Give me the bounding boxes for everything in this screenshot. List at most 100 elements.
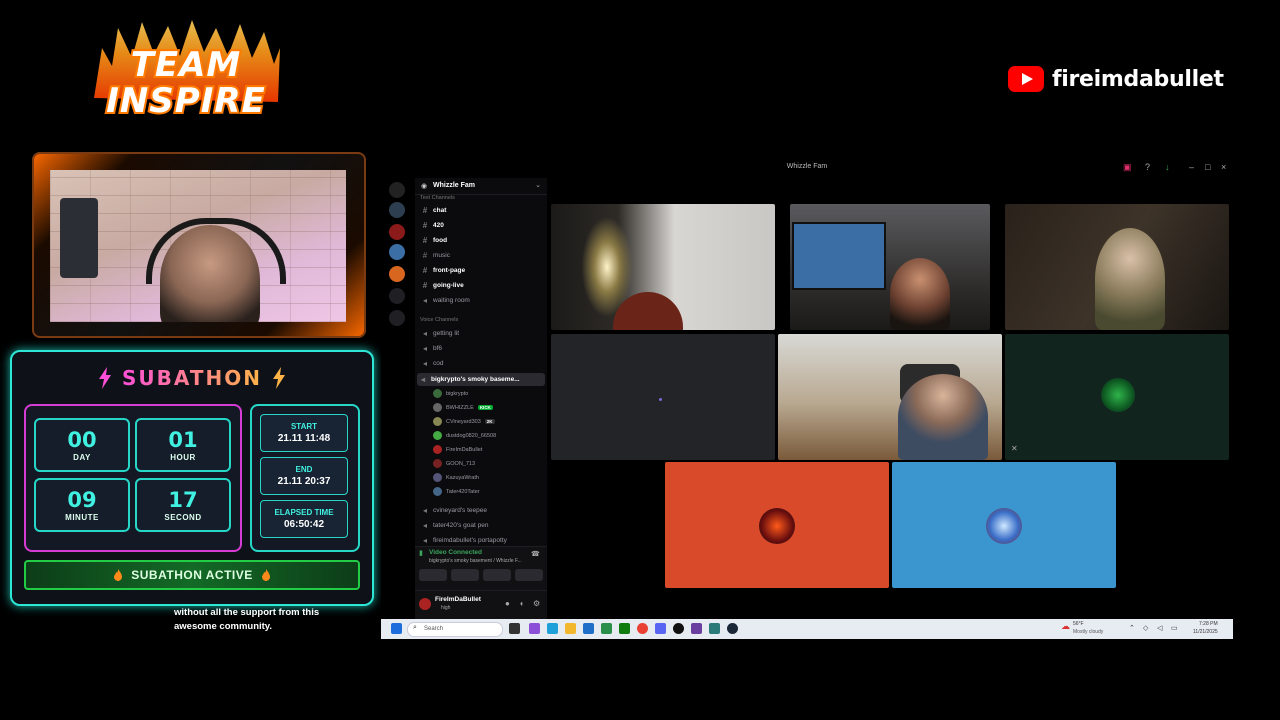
voice-user[interactable]: BWHIZZLE KICK xyxy=(433,403,493,412)
channel-item[interactable]: # chat xyxy=(421,206,447,215)
channel-item[interactable]: # going-live xyxy=(421,281,464,290)
channel-item[interactable]: # music xyxy=(421,251,450,260)
download-icon[interactable]: ↓ xyxy=(1165,162,1170,172)
voice-channel-item[interactable]: ◂ bf6 xyxy=(421,344,442,353)
server-icon[interactable] xyxy=(389,266,405,282)
voice-channel-item[interactable]: ◂ fireimdabullet's portapotty xyxy=(421,536,507,545)
voice-channel-item[interactable]: ◂ tater420's goat pen xyxy=(421,521,488,530)
server-icon[interactable] xyxy=(389,202,405,218)
minimize-icon[interactable]: – xyxy=(1189,162,1194,172)
voice-category[interactable]: Voice Channels xyxy=(420,317,458,323)
server-header[interactable]: ◉ Whizzle Fam ⌄ xyxy=(415,178,547,195)
chevron-down-icon[interactable]: ⌄ xyxy=(535,181,541,189)
camera-button[interactable] xyxy=(419,569,447,581)
clock-time[interactable]: 7:28 PM xyxy=(1199,621,1218,627)
discover-icon[interactable] xyxy=(389,310,405,326)
volume-icon[interactable]: ◁ xyxy=(1157,624,1162,632)
network-icon[interactable]: ◇ xyxy=(1143,624,1148,632)
voice-user[interactable]: KazuyaWrath xyxy=(433,473,479,482)
weather-icon[interactable]: ☁ xyxy=(1061,621,1070,632)
seconds-cell: 17 SECOND xyxy=(135,478,231,532)
voice-channel-item[interactable]: ◂ waiting room xyxy=(421,296,470,305)
task-view-icon[interactable] xyxy=(509,623,520,634)
app-icon[interactable] xyxy=(583,623,594,634)
channel-name: bigkrypto's smoky baseme... xyxy=(431,376,520,383)
server-icon[interactable] xyxy=(389,224,405,240)
video-tile[interactable] xyxy=(778,334,1002,460)
steam-icon[interactable] xyxy=(727,623,738,634)
search-icon: ⌕ xyxy=(413,624,417,631)
screen-share-button[interactable] xyxy=(451,569,479,581)
discord-icon[interactable] xyxy=(655,623,666,634)
start-icon[interactable] xyxy=(391,623,402,634)
close-icon[interactable]: × xyxy=(1221,162,1226,172)
channel-item[interactable]: #420 xyxy=(421,221,444,230)
video-tile[interactable] xyxy=(551,334,775,460)
user-status: high xyxy=(441,605,451,611)
app-icon[interactable] xyxy=(601,623,612,634)
maximize-icon[interactable]: □ xyxy=(1205,162,1210,172)
channel-name: cvineyard's teepee xyxy=(433,507,487,514)
video-tile[interactable] xyxy=(665,462,889,588)
time-info: START 21.11 11:48 END 21.11 20:37 ELAPSE… xyxy=(250,404,360,552)
headphones-icon[interactable]: ◖ xyxy=(519,599,524,608)
app-icon[interactable] xyxy=(709,623,720,634)
muted-icon: ✕ xyxy=(1011,444,1018,453)
channel-name: fireimdabullet's portapotty xyxy=(433,537,507,544)
server-icon[interactable] xyxy=(389,244,405,260)
help-icon[interactable]: ? xyxy=(1145,162,1150,172)
avatar[interactable] xyxy=(419,598,431,610)
voice-user[interactable]: dustdog0820_66508 xyxy=(433,431,496,440)
team-inspire-logo: TEAM INSPIRE xyxy=(88,18,284,124)
channel-name: tater420's goat pen xyxy=(433,522,489,529)
discord-home-icon[interactable] xyxy=(389,182,405,198)
add-server-icon[interactable] xyxy=(389,288,405,304)
app-icon[interactable] xyxy=(529,623,540,634)
voice-user-name: bigkrypto xyxy=(446,390,469,397)
subathon-title: SUBATHON xyxy=(122,366,262,390)
voice-user[interactable]: FireImDaBullet xyxy=(433,445,482,454)
channel-item[interactable]: # front-page xyxy=(421,266,465,275)
video-tile[interactable] xyxy=(790,204,990,330)
subathon-status-text: SUBATHON ACTIVE xyxy=(131,568,253,582)
temperature: 56°F xyxy=(1073,621,1084,627)
avatar xyxy=(433,389,442,398)
chrome-icon[interactable] xyxy=(637,623,648,634)
microphone-icon[interactable]: ● xyxy=(505,599,510,608)
app-icon[interactable] xyxy=(673,623,684,634)
channel-item[interactable]: # food xyxy=(421,236,447,245)
search-box[interactable]: ⌕ Search xyxy=(407,622,503,637)
video-tile[interactable] xyxy=(892,462,1116,588)
inbox-icon[interactable]: ▣ xyxy=(1123,162,1132,173)
text-category[interactable]: Text Channels xyxy=(420,195,455,201)
soundboard-button[interactable] xyxy=(515,569,543,581)
video-tile[interactable] xyxy=(1005,204,1229,330)
voice-channel-item[interactable]: ◂ cod xyxy=(421,359,444,368)
activities-button[interactable] xyxy=(483,569,511,581)
edge-icon[interactable] xyxy=(547,623,558,634)
elapsed-label: ELAPSED TIME xyxy=(274,508,334,517)
channel-name: bf6 xyxy=(433,345,443,352)
file-explorer-icon[interactable] xyxy=(565,623,576,634)
countdown-grid: 00 DAY 01 HOUR 09 MINUTE 17 SECOND xyxy=(24,404,242,552)
active-voice-channel[interactable]: ◂ bigkrypto's smoky baseme... xyxy=(417,373,545,386)
battery-icon[interactable]: ▭ xyxy=(1171,624,1178,632)
avatar xyxy=(433,403,442,412)
chevron-up-icon[interactable]: ⌃ xyxy=(1129,624,1135,632)
disconnect-icon[interactable]: ☎ xyxy=(531,550,540,558)
voice-user[interactable]: bigkrypto xyxy=(433,389,468,398)
video-tile[interactable] xyxy=(551,204,775,330)
app-icon[interactable] xyxy=(691,623,702,634)
clock-date[interactable]: 11/21/2025 xyxy=(1193,629,1218,635)
voice-user[interactable]: GOON_713 xyxy=(433,459,475,468)
voice-user[interactable]: Tater420Tater xyxy=(433,487,480,496)
voice-user[interactable]: CVineyard303 2K xyxy=(433,417,495,426)
subathon-status: SUBATHON ACTIVE xyxy=(24,560,360,590)
video-tile[interactable]: ✕ xyxy=(1005,334,1229,460)
voice-channel-item[interactable]: ◂ cvineyard's teepee xyxy=(421,506,487,515)
speaker-icon: ◂ xyxy=(422,344,427,353)
voice-user-name: KazuyaWrath xyxy=(446,474,479,481)
xbox-icon[interactable] xyxy=(619,623,630,634)
voice-channel-item[interactable]: ◂ getting lit xyxy=(421,329,459,338)
gear-icon[interactable]: ⚙ xyxy=(533,599,540,608)
